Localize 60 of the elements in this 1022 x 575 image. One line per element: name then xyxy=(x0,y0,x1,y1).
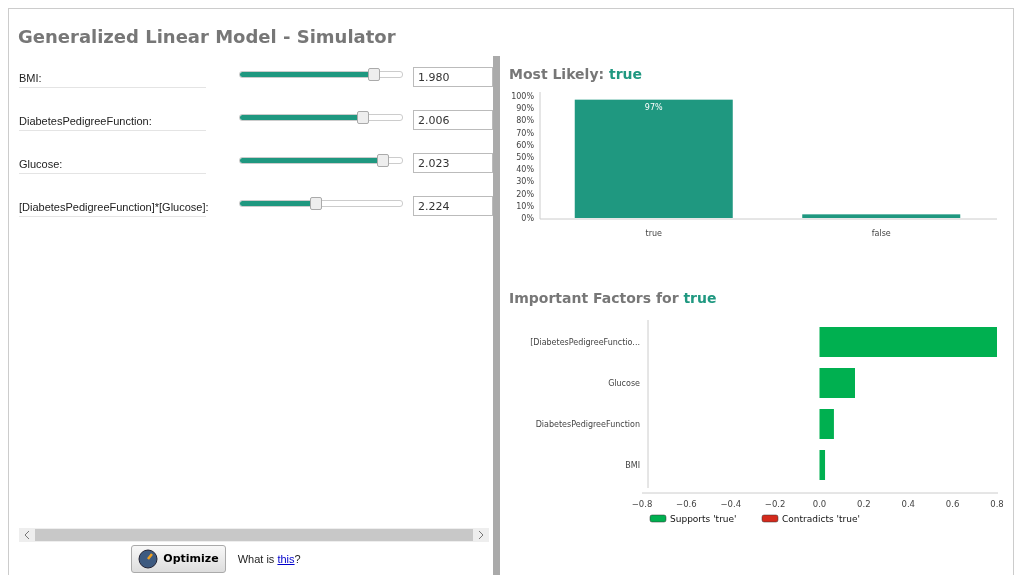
tick-label: 50% xyxy=(516,153,534,162)
value-field[interactable]: 2.224 xyxy=(413,196,493,216)
tick-label: 40% xyxy=(516,165,534,175)
horizontal-scrollbar[interactable] xyxy=(19,528,489,542)
tick-label: 100% xyxy=(511,92,534,101)
attribute-label: Glucose: xyxy=(19,152,206,174)
slider[interactable] xyxy=(239,70,403,78)
attribute-label: DiabetesPedigreeFunction: xyxy=(19,109,206,131)
legend-label: Supports 'true' xyxy=(670,514,737,524)
chart-heading: Important Factors for true xyxy=(508,289,718,308)
this-link[interactable]: this xyxy=(277,552,295,565)
category-label: true xyxy=(645,229,662,238)
tick-label: 0.6 xyxy=(945,499,960,509)
chart-heading: Most Likely: true xyxy=(508,65,644,84)
tick-label: −0.8 xyxy=(631,499,653,509)
tick-label: 0.4 xyxy=(901,499,915,509)
category-label: BMI xyxy=(625,461,640,470)
tick-label: 90% xyxy=(516,104,534,114)
slider-thumb[interactable] xyxy=(376,153,389,167)
slider-thumb[interactable] xyxy=(310,196,323,210)
legend-item: Contradicts 'true' xyxy=(761,514,860,524)
value-field[interactable]: 1.980 xyxy=(413,67,493,87)
scroll-right-icon[interactable] xyxy=(477,530,485,540)
category-label: Glucose xyxy=(608,379,640,388)
tick-label: 60% xyxy=(516,140,534,150)
optimize-button[interactable]: Optimize xyxy=(131,544,226,573)
category-label: DiabetesPedigreeFunction xyxy=(535,420,640,429)
tick-label: 0% xyxy=(521,214,534,223)
category-label: false xyxy=(871,229,891,238)
window-title: Generalized Linear Model - Simulator xyxy=(17,25,397,49)
tick-label: −0.4 xyxy=(720,499,742,509)
gauge-icon xyxy=(138,548,159,569)
tick-label: 0.0 xyxy=(812,499,827,509)
bar xyxy=(819,450,826,480)
value-field[interactable]: 2.023 xyxy=(413,153,493,173)
tick-label: 20% xyxy=(516,189,534,199)
value-field[interactable]: 2.006 xyxy=(413,110,493,130)
tick-label: −0.2 xyxy=(764,499,786,509)
scroll-left-icon[interactable] xyxy=(23,530,31,540)
bar xyxy=(819,409,834,439)
category-label: [DiabetesPedigreeFunctio... xyxy=(530,338,640,347)
tick-label: 80% xyxy=(516,116,534,126)
slider-thumb[interactable] xyxy=(368,67,381,81)
attribute-label: BMI: xyxy=(19,66,206,88)
attribute-label: [DiabetesPedigreeFunction]*[Glucose]: xyxy=(19,195,206,217)
legend-item: Supports 'true' xyxy=(649,514,737,524)
slider[interactable] xyxy=(239,199,403,207)
slider[interactable] xyxy=(239,113,403,121)
tick-label: −0.6 xyxy=(676,499,697,509)
slider-thumb[interactable] xyxy=(357,110,370,124)
tick-label: 0.8 xyxy=(990,499,1004,509)
data-label: 97% xyxy=(644,102,663,112)
tick-label: 70% xyxy=(516,128,534,138)
tick-label: 0.2 xyxy=(857,499,871,509)
bar xyxy=(819,368,855,398)
help-text: What is this? xyxy=(237,552,301,565)
tick-label: 30% xyxy=(516,177,534,187)
tick-label: 10% xyxy=(516,201,534,211)
slider[interactable] xyxy=(239,156,403,164)
legend-label: Contradicts 'true' xyxy=(782,514,860,524)
